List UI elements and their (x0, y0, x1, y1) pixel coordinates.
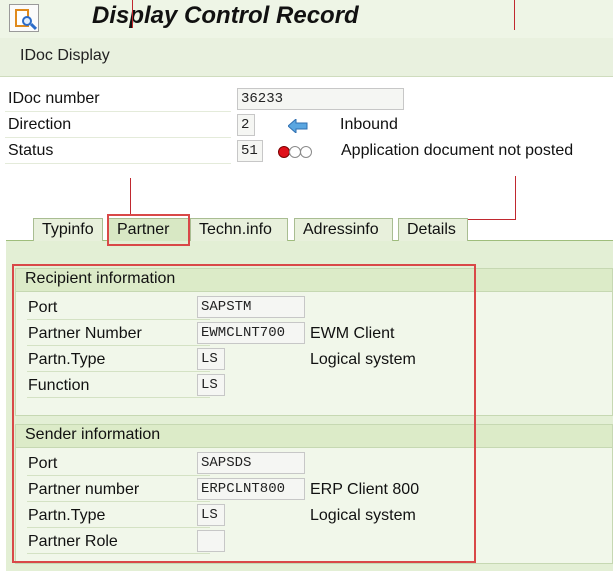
status-field[interactable]: 51 (237, 140, 263, 162)
tab-techn-info[interactable]: Techn.info (190, 218, 288, 241)
direction-field[interactable]: 2 (237, 114, 255, 136)
direction-text: Inbound (340, 116, 398, 133)
idoc-number-label: IDoc number (8, 90, 100, 107)
annotation-line (130, 178, 131, 214)
status-text: Application document not posted (341, 142, 574, 159)
idoc-display-icon[interactable] (9, 4, 39, 32)
tab-strip: Typinfo Partner Techn.info Adressinfo De… (0, 215, 613, 241)
partner-groups-highlight-box (12, 264, 476, 563)
annotation-line (514, 0, 515, 30)
tab-adressinfo[interactable]: Adressinfo (294, 218, 393, 241)
idoc-display-button[interactable]: IDoc Display (20, 47, 110, 65)
status-label: Status (8, 142, 54, 159)
application-toolbar: IDoc Display (0, 38, 613, 77)
annotation-line (515, 176, 516, 220)
inbound-arrow-icon (288, 119, 308, 133)
direction-label: Direction (8, 116, 72, 133)
traffic-light-red-icon (278, 145, 312, 159)
tab-highlight-box (107, 214, 190, 246)
tab-details[interactable]: Details (398, 218, 468, 241)
annotation-line (132, 0, 133, 28)
title-bar: Display Control Record (0, 0, 613, 38)
idoc-number-field[interactable]: 36233 (237, 88, 404, 110)
tab-typinfo[interactable]: Typinfo (33, 218, 103, 241)
